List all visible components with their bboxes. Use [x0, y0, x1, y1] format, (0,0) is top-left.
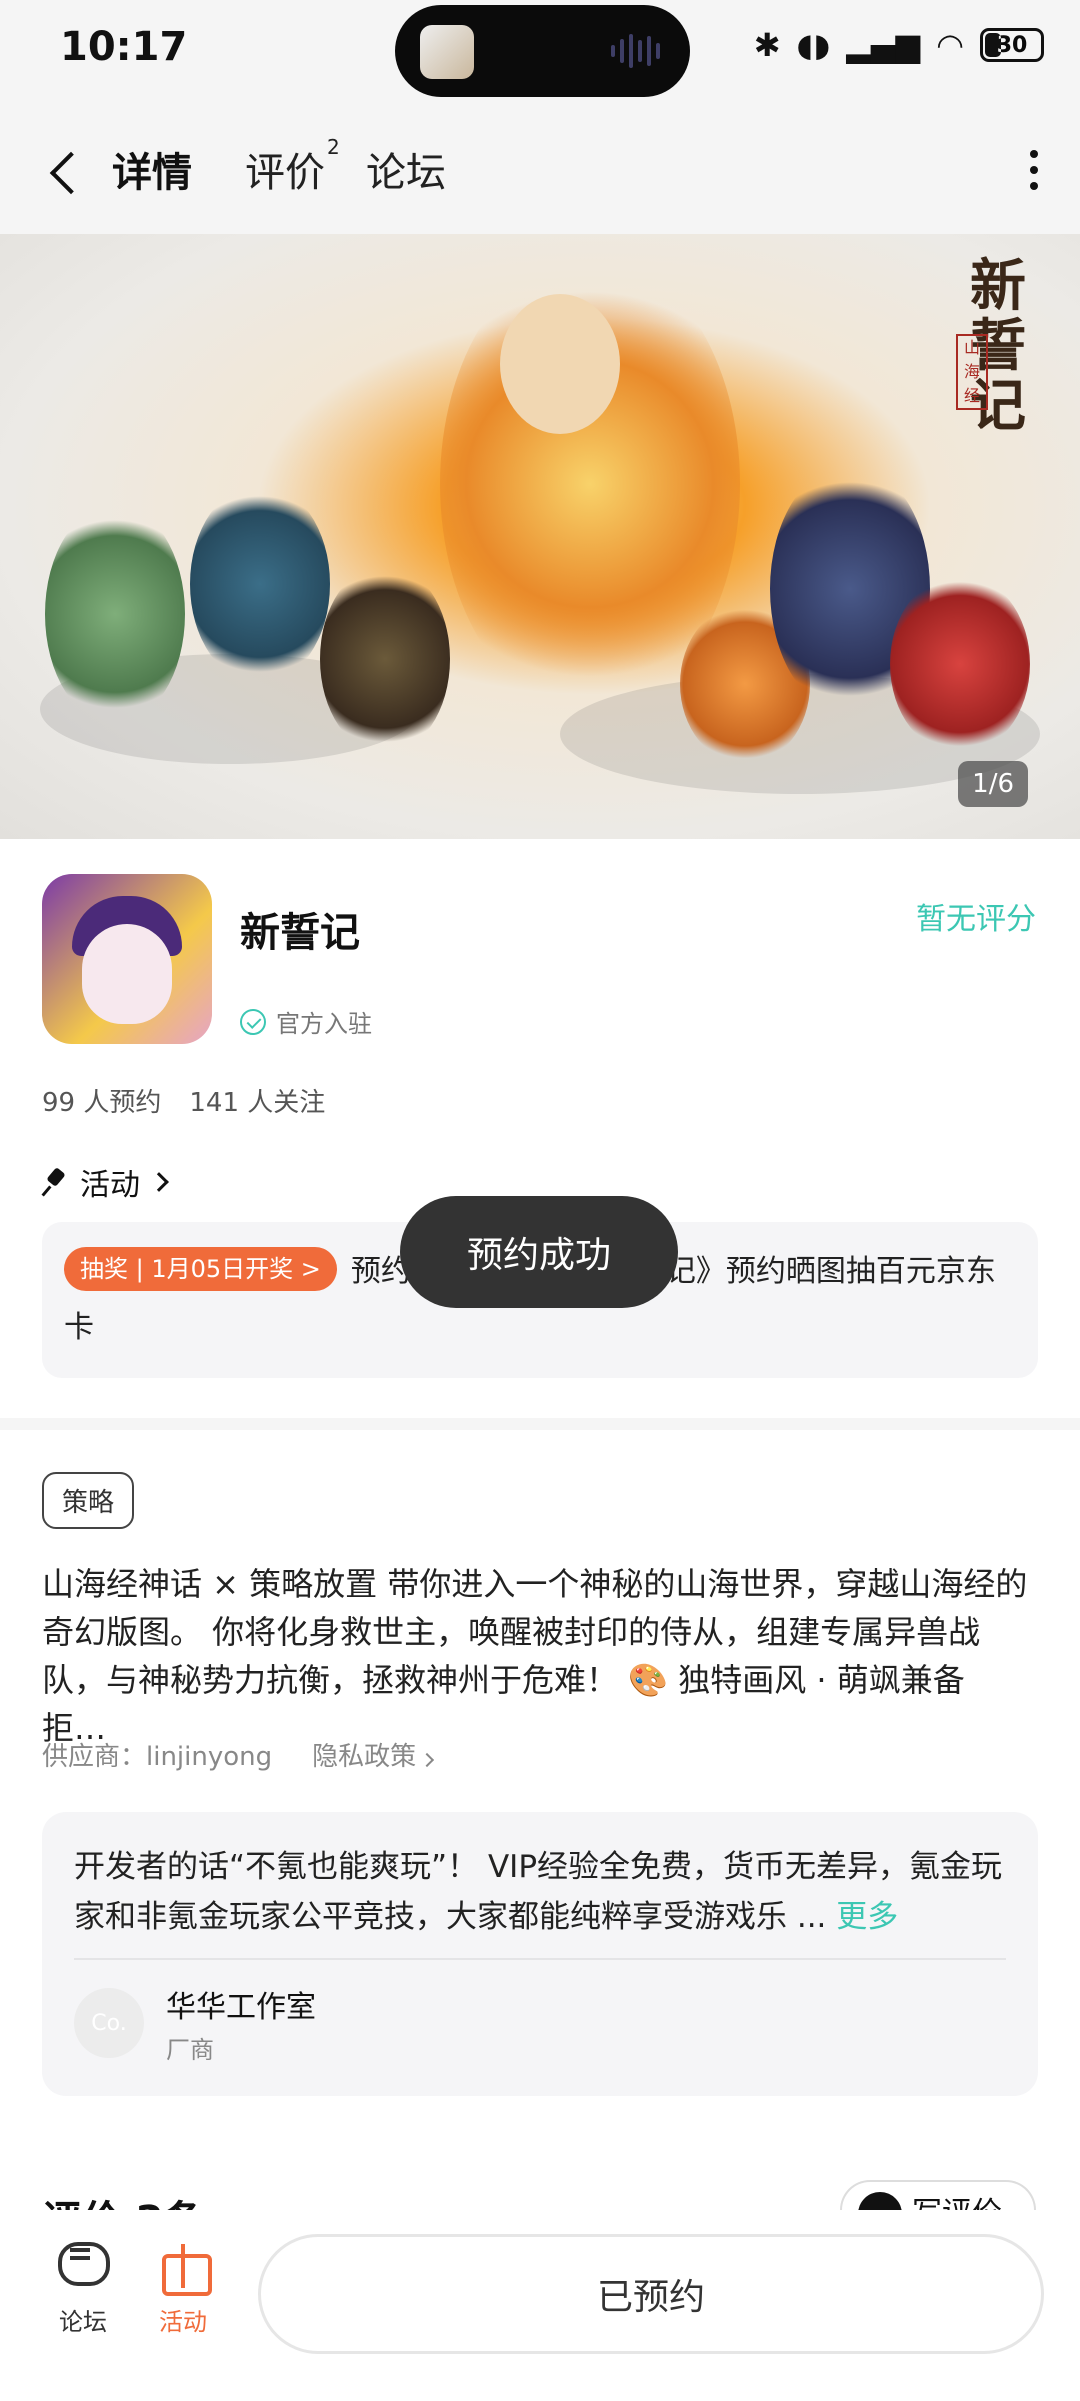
app-stats: 99 人预约 141 人关注 [42, 1082, 325, 1119]
activity-section-header[interactable]: 活动 [42, 1160, 169, 1204]
developer-name[interactable]: 华华工作室 [166, 1982, 316, 2026]
section-divider [0, 1418, 1080, 1430]
app-name: 新誓记 [240, 910, 360, 956]
battery-icon: 30 [980, 28, 1044, 62]
carousel-page-indicator: 1/6 [958, 761, 1028, 807]
chevron-right-icon [420, 1752, 435, 1768]
bottom-action-bar: 论坛 活动 已预约 [0, 2210, 1080, 2401]
genre-tag[interactable]: 策略 [42, 1472, 135, 1529]
gift-icon [156, 2238, 212, 2296]
official-badge: 官方入驻 [240, 1004, 372, 1039]
reserved-button[interactable]: 已预约 [258, 2234, 1044, 2354]
tab-forum[interactable]: 论坛 [366, 140, 446, 198]
pin-icon [42, 1169, 68, 1195]
follower-count: 141 人关注 [189, 1088, 326, 1118]
more-link[interactable]: 更多 [836, 1899, 898, 1935]
divider [74, 1958, 1006, 1960]
game-seal: 山海经 [956, 334, 988, 410]
chat-bubble-icon [56, 2238, 110, 2292]
screenshot-carousel[interactable]: 新誓记 山海经 1/6 [0, 234, 1080, 839]
activity-button[interactable]: 活动 [138, 2238, 228, 2337]
tab-reviews[interactable]: 评价2 [245, 135, 340, 198]
developer-note-card[interactable]: 开发者的话“不氪也能爽玩”！ VIP经验全免费，货币无差异，氪金玩家和非氪金玩家… [42, 1812, 1038, 2096]
forum-button[interactable]: 论坛 [38, 2238, 128, 2337]
audio-waveform-icon [611, 33, 660, 69]
system-icons: ✱ ◖◗ ▂▄▆ ◠ 30 [754, 26, 1044, 64]
now-playing-thumbnail [420, 25, 474, 79]
top-nav: 详情 评价2 论坛 [0, 110, 1080, 234]
wifi-icon: ◠ [936, 26, 964, 64]
bluetooth-icon: ✱ [753, 26, 781, 64]
signal-icon: ▂▄▆ [846, 26, 921, 64]
status-bar: 10:17 ✱ ◖◗ ▂▄▆ ◠ 30 [0, 0, 1080, 110]
chevron-right-icon [149, 1172, 169, 1192]
app-icon [42, 874, 212, 1044]
earbuds-icon: ◖◗ [796, 26, 831, 64]
privacy-policy-link[interactable]: 隐私政策 [312, 1736, 435, 1773]
provider-name: 供应商：linjinyong [42, 1742, 273, 1772]
developer-role: 厂商 [166, 2036, 214, 2064]
tab-details[interactable]: 详情 [108, 140, 196, 198]
rating-status: 暂无评分 [916, 902, 1036, 937]
clock: 10:17 [60, 24, 188, 70]
lottery-badge: 抽奖 | 1月05日开奖 > [64, 1247, 337, 1291]
verified-check-icon [240, 1008, 266, 1035]
developer-note: 开发者的话“不氪也能爽玩”！ VIP经验全免费，货币无差异，氪金玩家和非氪金玩家… [74, 1849, 1003, 1935]
reservation-count: 99 人预约 [42, 1088, 162, 1118]
developer-avatar[interactable]: Co. [74, 1988, 144, 2058]
provider-info: 供应商：linjinyong 隐私政策 [42, 1736, 435, 1773]
dynamic-island[interactable] [395, 5, 690, 97]
reviews-count-badge: 2 [327, 134, 340, 159]
toast-message: 预约成功 [400, 1196, 678, 1308]
more-options-icon[interactable] [1028, 150, 1040, 190]
back-icon[interactable] [42, 144, 92, 200]
game-description[interactable]: 山海经神话 × 策略放置 带你进入一个神秘的山海世界，穿越山海经的奇幻版图。 你… [42, 1560, 1038, 1752]
